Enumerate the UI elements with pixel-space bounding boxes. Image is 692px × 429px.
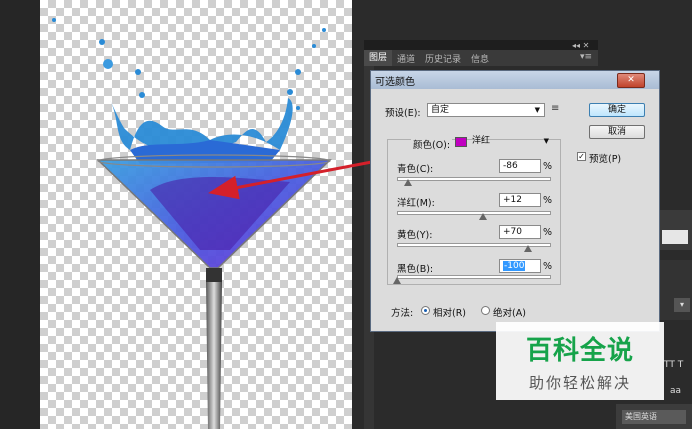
yellow-slider-thumb[interactable] [523, 245, 532, 252]
preset-options-icon[interactable]: ≡ [551, 103, 559, 114]
cyan-slider-track[interactable] [397, 177, 551, 181]
watermark-logo: 百科全说 助你轻松解决 [496, 322, 664, 400]
magenta-unit: % [543, 195, 553, 206]
dialog-title: 可选颜色 [375, 76, 415, 88]
chevron-down-icon: ▼ [534, 106, 540, 114]
yellow-input[interactable]: +70 [499, 225, 541, 239]
cyan-label: 青色(C): [397, 164, 434, 175]
cyan-unit: % [543, 161, 553, 172]
method-label: 方法: [391, 308, 414, 319]
black-slider-track[interactable] [397, 275, 551, 279]
black-slider-thumb[interactable] [393, 277, 401, 284]
method-relative-radio[interactable] [421, 306, 430, 315]
yellow-label: 黄色(Y): [397, 230, 433, 241]
magenta-slider-track[interactable] [397, 211, 551, 215]
black-label: 黑色(B): [397, 264, 434, 275]
colors-value: 洋红 [472, 136, 491, 146]
selective-color-dialog: 可选颜色 ✕ 预设(E): 自定 ▼ ≡ 确定 取消 ✓ 预览(P) 颜色(O)… [370, 70, 660, 332]
method-relative-label: 相对(R) [433, 308, 467, 319]
preset-select[interactable]: 自定 ▼ [427, 103, 545, 117]
magenta-slider-thumb[interactable] [479, 213, 488, 220]
chevron-down-icon: ▼ [543, 137, 549, 145]
ok-button[interactable]: 确定 [589, 103, 645, 117]
color-swatch [455, 137, 467, 147]
watermark-subtitle: 助你轻松解决 [528, 374, 631, 392]
black-unit: % [543, 261, 553, 272]
colors-select[interactable]: 洋红 ▼ [469, 135, 553, 149]
preview-label: 预览(P) [589, 154, 622, 165]
black-input[interactable]: -100 [499, 259, 541, 273]
method-absolute-label: 绝对(A) [493, 308, 526, 319]
magenta-label: 洋红(M): [397, 198, 435, 209]
yellow-unit: % [543, 227, 553, 238]
preset-value: 自定 [431, 105, 450, 115]
preset-label: 预设(E): [385, 108, 421, 119]
colors-label: 颜色(O): [411, 137, 453, 151]
dialog-titlebar[interactable]: 可选颜色 ✕ [371, 71, 659, 89]
cyan-slider-thumb[interactable] [403, 179, 412, 186]
black-input-value: -100 [503, 261, 526, 271]
close-icon[interactable]: ✕ [617, 73, 645, 88]
cyan-input[interactable]: -86 [499, 159, 541, 173]
cancel-button[interactable]: 取消 [589, 125, 645, 139]
watermark-title: 百科全说 [525, 336, 634, 366]
method-absolute-radio[interactable] [481, 306, 490, 315]
preview-checkbox[interactable]: ✓ [577, 152, 586, 161]
magenta-input[interactable]: +12 [499, 193, 541, 207]
